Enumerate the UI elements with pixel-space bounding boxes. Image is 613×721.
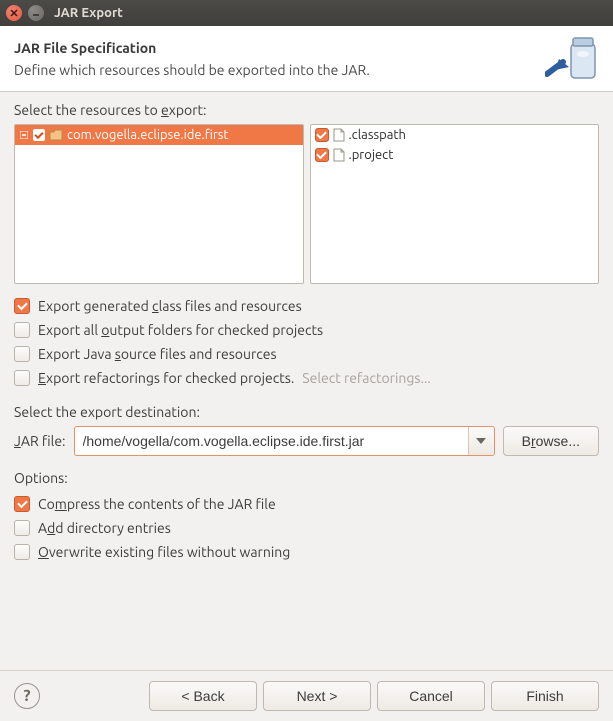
option-label: Compress the contents of the JAR file bbox=[38, 496, 276, 512]
titlebar: JAR Export bbox=[0, 0, 613, 26]
resource-tree-panel[interactable]: com.vogella.eclipse.ide.first bbox=[14, 124, 304, 284]
jar-file-input[interactable] bbox=[75, 427, 468, 455]
browse-button[interactable]: Browse... bbox=[503, 426, 599, 456]
page-subtitle: Define which resources should be exporte… bbox=[14, 62, 370, 78]
resources-label: Select the resources to export: bbox=[14, 102, 599, 118]
window-minimize-button[interactable] bbox=[28, 5, 44, 21]
help-button[interactable]: ? bbox=[14, 683, 40, 709]
jar-file-dropdown-button[interactable] bbox=[468, 427, 494, 455]
page-title: JAR File Specification bbox=[14, 40, 370, 56]
refactorings-link: Select refactorings... bbox=[302, 370, 431, 386]
option-checkbox[interactable] bbox=[14, 520, 30, 536]
tree-item[interactable]: com.vogella.eclipse.ide.first bbox=[15, 125, 303, 145]
wizard-body: Select the resources to export: com.voge… bbox=[0, 92, 613, 570]
back-button[interactable]: < Back bbox=[149, 681, 257, 711]
option-item[interactable]: Add directory entries bbox=[14, 516, 599, 540]
option-label: Overwrite existing files without warning bbox=[38, 544, 290, 560]
export-option-checkbox[interactable] bbox=[14, 298, 30, 314]
export-option-checkbox[interactable] bbox=[14, 322, 30, 338]
export-option-checkbox[interactable] bbox=[14, 346, 30, 362]
file-item[interactable]: .classpath bbox=[311, 125, 599, 145]
resource-files-panel[interactable]: .classpath .project bbox=[310, 124, 600, 284]
export-option[interactable]: Export refactorings for checked projects… bbox=[14, 366, 599, 390]
export-option[interactable]: Export all output folders for checked pr… bbox=[14, 318, 599, 342]
cancel-button[interactable]: Cancel bbox=[377, 681, 485, 711]
tree-checkbox[interactable] bbox=[33, 129, 45, 141]
file-item[interactable]: .project bbox=[311, 145, 599, 165]
option-item[interactable]: Overwrite existing files without warning bbox=[14, 540, 599, 564]
tree-item-label: com.vogella.eclipse.ide.first bbox=[67, 128, 229, 142]
option-checkbox[interactable] bbox=[14, 544, 30, 560]
file-checkbox[interactable] bbox=[315, 128, 329, 142]
export-option-label: Export generated class files and resourc… bbox=[38, 298, 302, 314]
option-checkbox[interactable] bbox=[14, 496, 30, 512]
tree-expander-icon[interactable] bbox=[19, 130, 29, 140]
export-option-checkbox[interactable] bbox=[14, 370, 30, 386]
project-folder-icon bbox=[49, 129, 63, 141]
options-label: Options: bbox=[14, 470, 599, 486]
wizard-header: JAR File Specification Define which reso… bbox=[0, 26, 613, 92]
export-option[interactable]: Export Java source files and resources bbox=[14, 342, 599, 366]
option-item[interactable]: Compress the contents of the JAR file bbox=[14, 492, 599, 516]
wizard-footer: ? < Back Next > Cancel Finish bbox=[0, 670, 613, 721]
jar-icon bbox=[545, 34, 599, 84]
window-close-button[interactable] bbox=[6, 5, 22, 21]
file-icon bbox=[333, 148, 345, 162]
file-item-label: .project bbox=[349, 148, 394, 162]
export-option-label: Export Java source files and resources bbox=[38, 346, 277, 362]
jar-file-combo[interactable] bbox=[74, 426, 495, 456]
option-label: Add directory entries bbox=[38, 520, 171, 536]
file-icon bbox=[333, 128, 345, 142]
file-item-label: .classpath bbox=[349, 128, 406, 142]
export-option-label: Export refactorings for checked projects… bbox=[38, 370, 294, 386]
export-option[interactable]: Export generated class files and resourc… bbox=[14, 294, 599, 318]
finish-button[interactable]: Finish bbox=[491, 681, 599, 711]
file-checkbox[interactable] bbox=[315, 148, 329, 162]
jar-file-label: JAR file: bbox=[14, 433, 66, 449]
next-button[interactable]: Next > bbox=[263, 681, 371, 711]
export-option-label: Export all output folders for checked pr… bbox=[38, 322, 323, 338]
destination-label: Select the export destination: bbox=[14, 404, 599, 420]
window-title: JAR Export bbox=[54, 6, 123, 20]
